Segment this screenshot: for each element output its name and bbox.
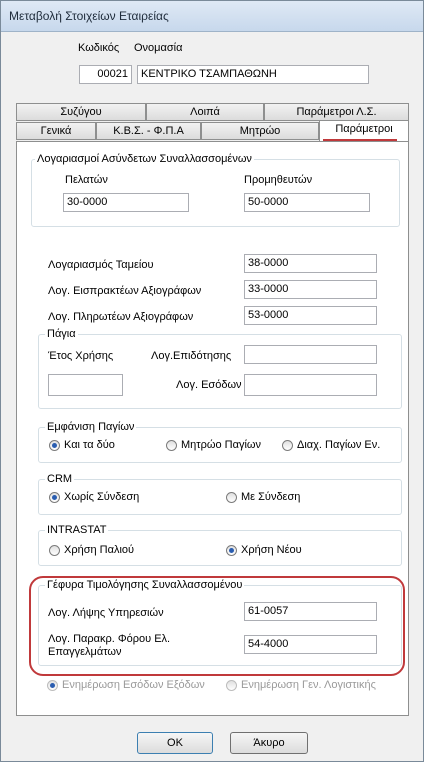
crm-title: CRM: [45, 473, 75, 485]
fiscal-year-label: Έτος Χρήσης: [48, 350, 114, 362]
ok-button[interactable]: ΟΚ: [137, 732, 213, 754]
radio-selected-indicator: [47, 679, 58, 691]
income-account-label: Λογ. Εσόδων: [176, 379, 242, 391]
tab-ls-parameters[interactable]: Παράμετροι Λ.Σ.: [264, 103, 409, 121]
assets-display-both-radio[interactable]: Και τα δύο: [49, 439, 115, 451]
tab-general[interactable]: Γενικά: [16, 122, 96, 140]
assets-display-title: Εμφάνιση Παγίων: [45, 421, 137, 433]
customers-label: Πελατών: [65, 174, 108, 186]
tab-spouse[interactable]: Συζύγου: [16, 103, 146, 121]
update-income-expenses-label: Ενημέρωση Εσόδων Εξόδων: [62, 679, 205, 691]
suppliers-account-field[interactable]: 50-0000: [244, 193, 370, 212]
radio-selected-indicator: [226, 544, 237, 556]
company-name-field[interactable]: ΚΕΝΤΡΙΚΟ ΤΣΑΜΠΑΘΩΝΗ: [137, 65, 369, 84]
crm-link-radio[interactable]: Με Σύνδεση: [226, 491, 300, 503]
subsidy-account-field[interactable]: [244, 345, 377, 364]
window-title: Μεταβολή Στοιχείων Εταιρείας: [9, 9, 169, 23]
radio-indicator: [49, 544, 60, 556]
fixed-assets-title: Πάγια: [45, 328, 78, 340]
crm-link-label: Με Σύνδεση: [241, 491, 301, 503]
radio-selected-indicator: [49, 439, 60, 451]
crm-no-link-radio[interactable]: Χωρίς Σύνδεση: [49, 491, 139, 503]
name-label: Ονομασία: [134, 42, 183, 54]
radio-indicator: [282, 439, 293, 451]
radio-indicator: [226, 679, 237, 691]
assets-display-management-radio[interactable]: Διαχ. Παγίων Εν.: [282, 439, 380, 451]
payables-account-field[interactable]: 53-0000: [244, 306, 377, 325]
highlight-annotation: [29, 576, 405, 676]
radio-indicator: [166, 439, 177, 451]
company-code-field[interactable]: 00021: [79, 65, 132, 84]
crm-no-link-label: Χωρίς Σύνδεση: [64, 491, 140, 503]
cash-account-field[interactable]: 38-0000: [244, 254, 377, 273]
update-general-ledger-radio[interactable]: Ενημέρωση Γεν. Λογιστικής: [226, 679, 376, 691]
income-account-field[interactable]: [244, 374, 377, 396]
intrastat-old-label: Χρήση Παλιού: [64, 544, 135, 556]
tab-parameters[interactable]: Παράμετροι: [319, 120, 409, 141]
title-bar: Μεταβολή Στοιχείων Εταιρείας: [1, 1, 423, 32]
subsidy-account-label: Λογ.Επιδότησης: [151, 350, 232, 362]
assets-display-management-label: Διαχ. Παγίων Εν.: [297, 439, 381, 451]
radio-indicator: [226, 491, 237, 503]
assets-display-both-label: Και τα δύο: [64, 439, 115, 451]
company-edit-window: Μεταβολή Στοιχείων Εταιρείας Κωδικός Ονο…: [0, 0, 424, 762]
receivables-account-field[interactable]: 33-0000: [244, 280, 377, 299]
intrastat-new-radio[interactable]: Χρήση Νέου: [226, 544, 302, 556]
code-label: Κωδικός: [78, 42, 120, 54]
fiscal-year-field[interactable]: [48, 374, 123, 396]
unlinked-accounts-title: Λογαριασμοί Ασύνδετων Συναλλασσομένων: [35, 153, 254, 165]
update-income-expenses-radio[interactable]: Ενημέρωση Εσόδων Εξόδων: [47, 679, 205, 691]
receivables-account-label: Λογ. Εισπρακτέων Αξιογράφων: [48, 285, 202, 297]
radio-selected-indicator: [49, 491, 60, 503]
suppliers-label: Προμηθευτών: [244, 174, 313, 186]
assets-display-registry-radio[interactable]: Μητρώο Παγίων: [166, 439, 261, 451]
intrastat-new-label: Χρήση Νέου: [241, 544, 302, 556]
cancel-button[interactable]: Άκυρο: [230, 732, 308, 754]
cash-account-label: Λογαριασμός Ταμείου: [48, 259, 154, 271]
assets-display-registry-label: Μητρώο Παγίων: [181, 439, 261, 451]
customers-account-field[interactable]: 30-0000: [63, 193, 189, 212]
tab-registry[interactable]: Μητρώο: [201, 122, 319, 140]
payables-account-label: Λογ. Πληρωτέων Αξιογράφων: [48, 311, 194, 323]
tab-kbs-vat[interactable]: Κ.Β.Σ. - Φ.Π.Α: [96, 122, 201, 140]
update-general-ledger-label: Ενημέρωση Γεν. Λογιστικής: [241, 679, 376, 691]
tab-other[interactable]: Λοιπά: [146, 103, 264, 121]
intrastat-title: INTRASTAT: [45, 524, 109, 536]
intrastat-old-radio[interactable]: Χρήση Παλιού: [49, 544, 134, 556]
